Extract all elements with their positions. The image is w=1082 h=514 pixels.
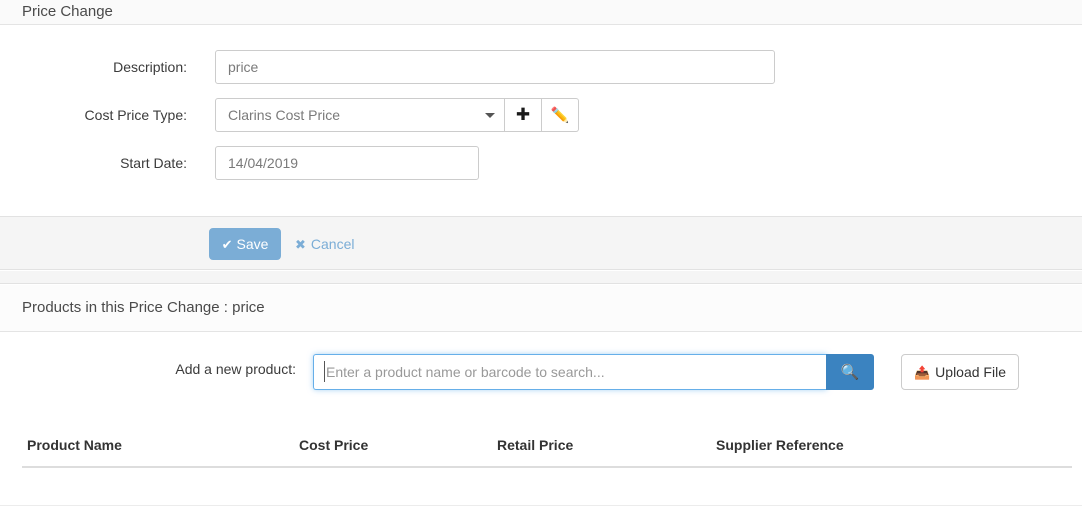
products-table: Product Name Cost Price Retail Price Sup… [22,430,1072,468]
panel-heading: Price Change [0,0,1082,25]
upload-file-button[interactable]: 📤 Upload File [901,354,1019,390]
close-icon: ✖ [295,238,306,253]
bottom-divider [0,505,1082,506]
description-label: Description: [113,59,187,75]
cost-price-type-select[interactable]: Clarins Cost Price [215,98,505,132]
chevron-down-icon [485,113,495,118]
products-table-header: Product Name Cost Price Retail Price Sup… [22,430,1072,468]
product-search-button[interactable]: 🔍 [826,354,874,390]
save-button-label: Save [236,236,269,252]
add-cost-price-type-button[interactable]: ✚ [505,98,542,132]
column-header-cost-price: Cost Price [299,437,369,453]
plus-icon: ✚ [515,105,531,125]
add-product-label: Add a new product: [175,361,296,377]
section-divider [0,271,1082,284]
pencil-icon: ✏️ [550,106,570,124]
check-icon: ✔ [221,238,233,253]
search-icon: 🔍 [840,363,860,381]
upload-file-label: Upload File [935,364,1006,380]
start-date-input[interactable]: 14/04/2019 [215,146,479,180]
price-change-form: Description: price Cost Price Type: Clar… [0,25,1082,215]
description-input[interactable]: price [215,50,775,84]
column-header-supplier-reference: Supplier Reference [716,437,844,453]
products-heading-title: Products in this Price Change : price [22,299,265,316]
save-button[interactable]: ✔ Save [209,228,281,260]
cancel-button[interactable]: ✖ Cancel [295,228,355,260]
form-actions-bar: ✔ Save ✖ Cancel [0,216,1082,270]
upload-icon: 📤 [913,366,931,381]
price-change-page: Price Change Description: price Cost Pri… [0,0,1082,514]
edit-cost-price-type-button[interactable]: ✏️ [542,98,579,132]
products-panel-heading: Products in this Price Change : price [0,285,1082,332]
start-date-label: Start Date: [120,155,187,171]
column-header-retail-price: Retail Price [497,437,574,453]
product-search-input[interactable]: Enter a product name or barcode to searc… [313,354,827,390]
product-search-group: Enter a product name or barcode to searc… [313,354,874,390]
cancel-button-label: Cancel [310,236,355,252]
page-title: Price Change [22,3,113,20]
text-cursor [324,361,325,382]
column-header-product-name: Product Name [27,437,122,453]
cost-price-type-label: Cost Price Type: [84,107,187,123]
add-product-row: Add a new product: Enter a product name … [0,332,1082,412]
